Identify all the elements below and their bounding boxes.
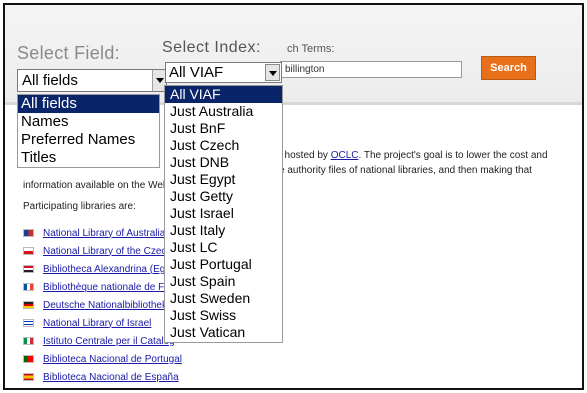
index-option[interactable]: Just Getty [165, 188, 282, 205]
index-option[interactable]: Just Czech [165, 137, 282, 154]
index-option[interactable]: Just DNB [165, 154, 282, 171]
italy-flag-icon [23, 337, 34, 345]
list-item: Biblioteca Nacional de España [23, 368, 223, 386]
index-option[interactable]: Just Vatican [165, 324, 282, 341]
browser-viewport: Select Field: All fields All fields Name… [3, 3, 584, 390]
intro-line-3: information available on the Web. [23, 180, 172, 191]
field-dropdown-list[interactable]: All fields Names Preferred Names Titles [17, 94, 160, 168]
australia-flag-icon [23, 229, 34, 237]
search-button[interactable]: Search [481, 56, 536, 80]
library-link[interactable]: National Library of the Czech [43, 246, 172, 257]
oclc-link[interactable]: OCLC [331, 150, 359, 161]
field-option[interactable]: Titles [18, 149, 159, 167]
germany-flag-icon [23, 301, 34, 309]
index-option[interactable]: Just Italy [165, 222, 282, 239]
select-field-label: Select Field: [17, 43, 120, 63]
index-option[interactable]: Just Israel [165, 205, 282, 222]
egypt-flag-icon [23, 265, 34, 273]
field-select-value: All fields [22, 72, 78, 89]
spain-flag-icon [23, 373, 34, 381]
field-option[interactable]: Names [18, 113, 159, 131]
field-option[interactable]: All fields [18, 95, 159, 113]
field-option[interactable]: Preferred Names [18, 131, 159, 149]
library-link[interactable]: Deutsche Nationalbibliothek [43, 300, 167, 311]
list-item: Biblioteca Nacional de Portugal [23, 350, 223, 368]
index-option[interactable]: Just Sweden [165, 290, 282, 307]
israel-flag-icon [23, 319, 34, 327]
search-terms-label: ch Terms: [287, 43, 335, 55]
library-link[interactable]: Bibliothèque nationale de Fra [43, 282, 173, 293]
library-link[interactable]: Bibliotheca Alexandrina (Egy [43, 264, 170, 275]
intro-line-1: t hosted by OCLC. The project's goal is … [279, 150, 548, 161]
index-select[interactable]: All VIAF [165, 62, 282, 83]
france-flag-icon [23, 283, 34, 291]
index-select-value: All VIAF [169, 64, 224, 81]
participating-heading: Participating libraries are: [23, 201, 136, 212]
field-select[interactable]: All fields [17, 69, 167, 92]
select-index-label: Select Index: [162, 39, 261, 56]
library-link[interactable]: Istituto Centrale per il Catalog [43, 336, 175, 347]
czech-flag-icon [23, 247, 34, 255]
intro-line-2: e authority files of national libraries,… [279, 165, 532, 176]
index-option[interactable]: Just Australia [165, 103, 282, 120]
index-option[interactable]: Just LC [165, 239, 282, 256]
index-dropdown-list[interactable]: All VIAF Just Australia Just BnF Just Cz… [164, 85, 283, 343]
index-option[interactable]: Just Swiss [165, 307, 282, 324]
index-option[interactable]: Just Spain [165, 273, 282, 290]
index-option[interactable]: Just Egypt [165, 171, 282, 188]
portugal-flag-icon [23, 355, 34, 363]
library-link[interactable]: Biblioteca Nacional de Portugal [43, 354, 182, 365]
search-input[interactable] [280, 61, 462, 78]
library-link[interactable]: Biblioteca Nacional de España [43, 372, 179, 383]
library-link[interactable]: National Library of Australia [43, 228, 165, 239]
index-option[interactable]: All VIAF [165, 86, 282, 103]
index-option[interactable]: Just Portugal [165, 256, 282, 273]
library-link[interactable]: National Library of Israel [43, 318, 151, 329]
chevron-down-icon[interactable] [265, 64, 280, 81]
index-option[interactable]: Just BnF [165, 120, 282, 137]
